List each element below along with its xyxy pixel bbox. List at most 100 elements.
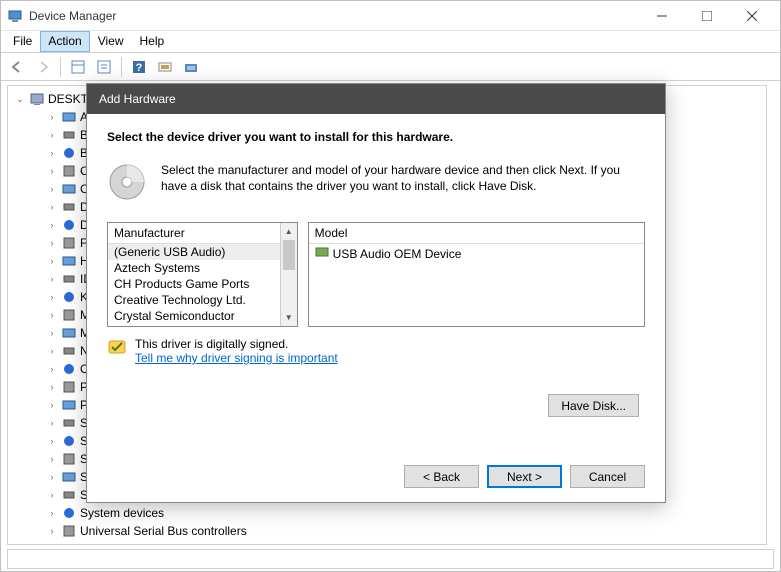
chevron-right-icon[interactable]: › xyxy=(46,364,58,374)
model-item[interactable]: USB Audio OEM Device xyxy=(309,244,644,263)
device-icon xyxy=(61,415,77,431)
scrollbar[interactable]: ▲ ▼ xyxy=(280,223,297,326)
device-icon xyxy=(61,217,77,233)
manufacturer-item[interactable]: Aztech Systems xyxy=(108,260,297,276)
tree-node[interactable]: › System devices xyxy=(14,504,760,522)
chevron-right-icon[interactable]: › xyxy=(46,310,58,320)
device-icon xyxy=(61,487,77,503)
chevron-right-icon[interactable]: › xyxy=(46,274,58,284)
tree-node-label: Universal Serial Bus controllers xyxy=(80,524,247,538)
forward-button[interactable] xyxy=(31,55,55,79)
device-icon xyxy=(315,245,329,262)
scan-hardware-button[interactable] xyxy=(153,55,177,79)
tree-node-label: System devices xyxy=(80,506,164,520)
chevron-right-icon[interactable]: › xyxy=(46,328,58,338)
menubar: File Action View Help xyxy=(1,31,780,53)
device-icon xyxy=(61,505,77,521)
back-button[interactable] xyxy=(5,55,29,79)
device-icon xyxy=(61,253,77,269)
menu-file[interactable]: File xyxy=(5,31,40,52)
maximize-button[interactable] xyxy=(684,1,729,31)
model-listbox[interactable]: Model USB Audio OEM Device xyxy=(308,222,645,327)
window-title: Device Manager xyxy=(29,9,639,23)
model-item-label: USB Audio OEM Device xyxy=(333,247,462,261)
chevron-right-icon[interactable]: › xyxy=(46,220,58,230)
dialog-heading: Select the device driver you want to ins… xyxy=(107,130,645,144)
manufacturer-item[interactable]: CH Products Game Ports xyxy=(108,276,297,292)
device-icon xyxy=(61,271,77,287)
device-icon xyxy=(61,361,77,377)
add-hardware-dialog: Add Hardware Select the device driver yo… xyxy=(86,83,666,503)
device-icon xyxy=(61,325,77,341)
titlebar: Device Manager xyxy=(1,1,780,31)
toolbar: ? xyxy=(1,53,780,81)
chevron-right-icon[interactable]: › xyxy=(46,148,58,158)
device-icon xyxy=(61,433,77,449)
device-icon xyxy=(61,523,77,539)
chevron-right-icon[interactable]: › xyxy=(46,346,58,356)
manufacturer-item[interactable]: Creative Technology Ltd. xyxy=(108,292,297,308)
close-button[interactable] xyxy=(729,1,774,31)
device-icon xyxy=(61,379,77,395)
device-icon xyxy=(61,397,77,413)
chevron-right-icon[interactable]: › xyxy=(46,400,58,410)
cancel-button[interactable]: Cancel xyxy=(570,465,645,488)
chevron-down-icon[interactable]: ⌄ xyxy=(14,94,26,105)
chevron-right-icon[interactable]: › xyxy=(46,436,58,446)
next-button[interactable]: Next > xyxy=(487,465,562,488)
disc-icon xyxy=(107,162,147,202)
chevron-right-icon[interactable]: › xyxy=(46,472,58,482)
chevron-right-icon[interactable]: › xyxy=(46,238,58,248)
chevron-right-icon[interactable]: › xyxy=(46,184,58,194)
minimize-button[interactable] xyxy=(639,1,684,31)
device-icon xyxy=(61,469,77,485)
chevron-right-icon[interactable]: › xyxy=(46,256,58,266)
chevron-right-icon[interactable]: › xyxy=(46,382,58,392)
properties-button[interactable] xyxy=(92,55,116,79)
device-icon xyxy=(61,451,77,467)
device-icon xyxy=(61,109,77,125)
chevron-right-icon[interactable]: › xyxy=(46,166,58,176)
chevron-right-icon[interactable]: › xyxy=(46,130,58,140)
device-icon xyxy=(61,289,77,305)
signed-icon xyxy=(107,337,127,357)
tree-node[interactable]: › Universal Serial Bus controllers xyxy=(14,522,760,540)
manufacturer-header: Manufacturer xyxy=(108,223,297,244)
have-disk-button[interactable]: Have Disk... xyxy=(548,394,639,417)
chevron-right-icon[interactable]: › xyxy=(46,418,58,428)
manufacturer-listbox[interactable]: Manufacturer (Generic USB Audio)Aztech S… xyxy=(107,222,298,327)
device-icon xyxy=(61,307,77,323)
statusbar xyxy=(7,549,774,569)
device-icon xyxy=(61,343,77,359)
menu-view[interactable]: View xyxy=(90,31,132,52)
manufacturer-item[interactable]: Crystal Semiconductor xyxy=(108,308,297,324)
show-hide-tree-button[interactable] xyxy=(66,55,90,79)
dialog-title: Add Hardware xyxy=(87,84,665,114)
device-icon xyxy=(61,145,77,161)
menu-action[interactable]: Action xyxy=(40,31,89,52)
chevron-right-icon[interactable]: › xyxy=(46,292,58,302)
chevron-right-icon[interactable]: › xyxy=(46,508,58,518)
signed-link[interactable]: Tell me why driver signing is important xyxy=(135,351,338,365)
device-manager-window: Device Manager File Action View Help ? ⌄… xyxy=(0,0,781,572)
model-header: Model xyxy=(309,223,644,244)
chevron-right-icon[interactable]: › xyxy=(46,454,58,464)
help-button[interactable]: ? xyxy=(127,55,151,79)
device-icon xyxy=(61,127,77,143)
scroll-up-icon[interactable]: ▲ xyxy=(281,223,297,240)
back-button[interactable]: < Back xyxy=(404,465,479,488)
dialog-instruction: Select the manufacturer and model of you… xyxy=(161,162,645,194)
chevron-right-icon[interactable]: › xyxy=(46,490,58,500)
add-hardware-button[interactable] xyxy=(179,55,203,79)
scroll-down-icon[interactable]: ▼ xyxy=(281,309,297,326)
menu-help[interactable]: Help xyxy=(132,31,173,52)
device-icon xyxy=(61,199,77,215)
device-icon xyxy=(61,181,77,197)
chevron-right-icon[interactable]: › xyxy=(46,112,58,122)
chevron-right-icon[interactable]: › xyxy=(46,526,58,536)
scroll-thumb[interactable] xyxy=(283,240,295,270)
chevron-right-icon[interactable]: › xyxy=(46,202,58,212)
svg-text:?: ? xyxy=(136,62,143,74)
manufacturer-item[interactable]: (Generic USB Audio) xyxy=(108,244,297,260)
device-icon xyxy=(29,91,45,107)
